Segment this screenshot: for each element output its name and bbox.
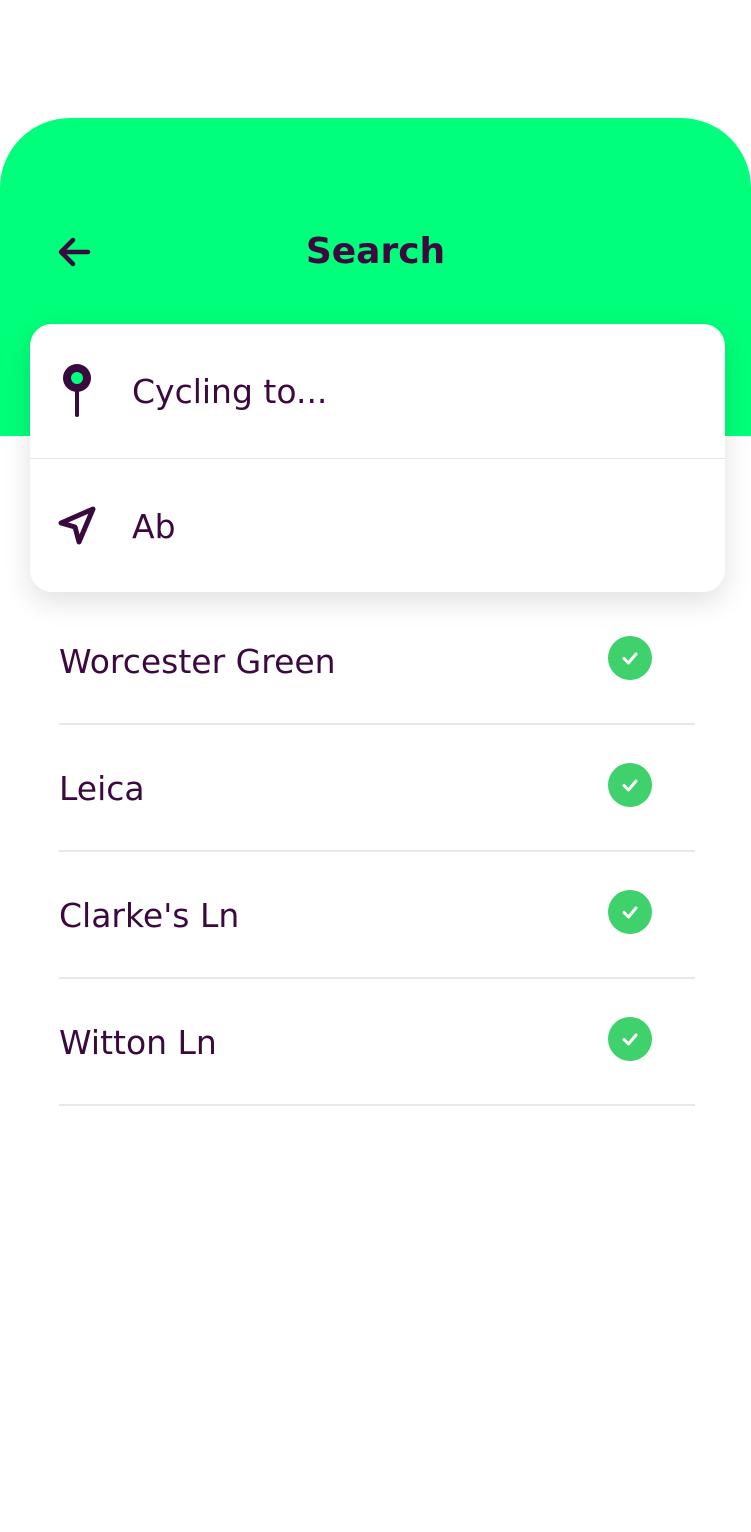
list-item[interactable]: Worcester Green bbox=[59, 598, 695, 725]
list-item[interactable]: Clarke's Ln bbox=[59, 852, 695, 979]
page-title: Search bbox=[305, 231, 446, 272]
destination-input[interactable] bbox=[132, 371, 692, 411]
list-item-label: Witton Ln bbox=[59, 1023, 217, 1062]
origin-input[interactable] bbox=[132, 506, 692, 546]
destination-row[interactable] bbox=[30, 324, 725, 458]
list-item[interactable]: Leica bbox=[59, 725, 695, 852]
check-circle-icon bbox=[608, 763, 652, 807]
list-item-label: Worcester Green bbox=[59, 642, 336, 681]
navigation-arrow-icon bbox=[54, 496, 100, 556]
search-card bbox=[30, 324, 725, 592]
results-list: Worcester Green Leica Clarke's Ln Witton… bbox=[59, 598, 695, 1106]
list-item-label: Leica bbox=[59, 769, 145, 808]
origin-row[interactable] bbox=[30, 459, 725, 593]
check-circle-icon bbox=[608, 890, 652, 934]
check-circle-icon bbox=[608, 636, 652, 680]
list-item[interactable]: Witton Ln bbox=[59, 979, 695, 1106]
map-pin-icon bbox=[54, 361, 100, 421]
check-circle-icon bbox=[608, 1017, 652, 1061]
list-item-label: Clarke's Ln bbox=[59, 896, 240, 935]
search-screen: Search Worcester Green bbox=[0, 0, 751, 1532]
